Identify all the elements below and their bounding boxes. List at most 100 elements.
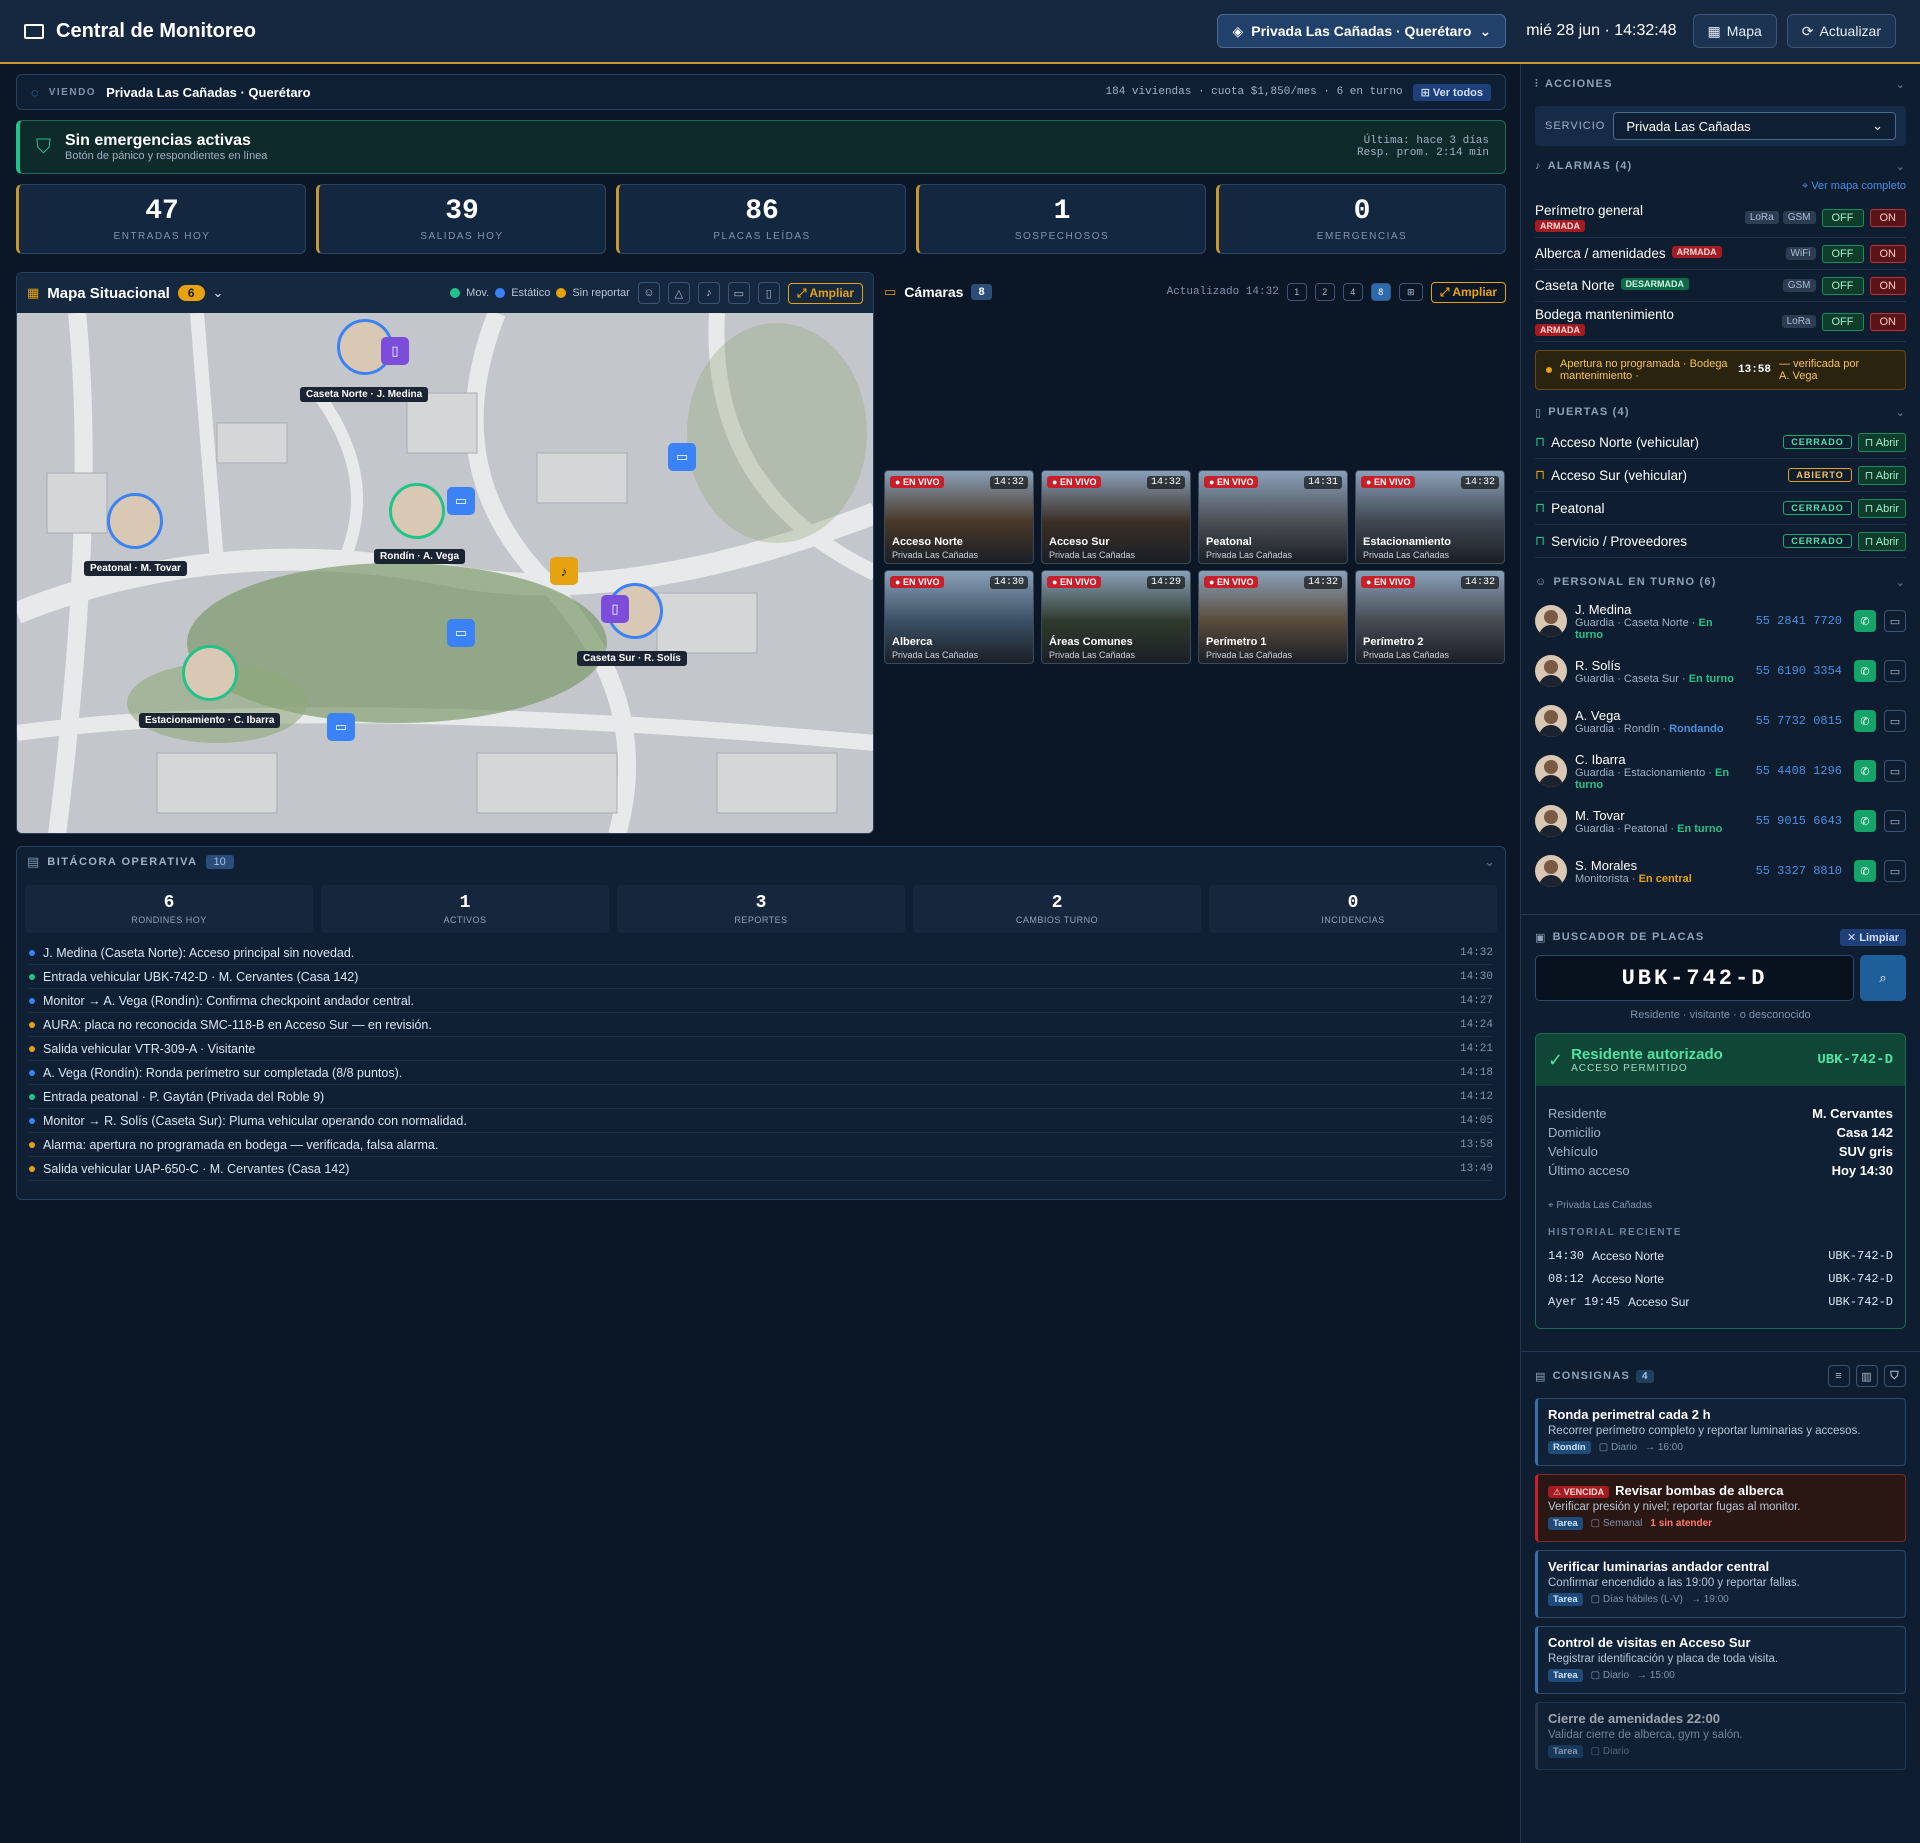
open-door-button[interactable]: ⊓ Abrir bbox=[1857, 498, 1906, 518]
chart-icon[interactable]: ▥ bbox=[1856, 1365, 1878, 1387]
camera-tile[interactable]: ● EN VIVO 14:32 Perímetro 1 Privada Las … bbox=[1198, 570, 1348, 664]
message-icon[interactable]: ▭ bbox=[1884, 660, 1906, 682]
cameras-expand-button[interactable]: ⤢ Ampliar bbox=[1430, 281, 1506, 303]
target-icon: ◌ bbox=[31, 84, 39, 100]
bell-icon: ♪ bbox=[1535, 160, 1542, 172]
list-icon[interactable]: ≡ bbox=[1828, 1365, 1850, 1387]
shield-icon[interactable]: ⛉ bbox=[1884, 1365, 1906, 1387]
message-icon[interactable]: ▭ bbox=[1884, 760, 1906, 782]
camera-tile[interactable]: ● EN VIVO 14:29 Áreas Comunes Privada La… bbox=[1041, 570, 1191, 664]
consigna-card[interactable]: ⚠ VENCIDA Revisar bombas de alberca Verif… bbox=[1535, 1474, 1906, 1542]
plate-search-input[interactable]: UBK-742-D bbox=[1535, 955, 1854, 1001]
guard-marker[interactable] bbox=[389, 483, 445, 539]
map-expand-button[interactable]: ⤢ Ampliar bbox=[787, 282, 863, 304]
alarm-on-button[interactable]: ON bbox=[1869, 276, 1906, 295]
chevron-down-icon[interactable]: ⌄ bbox=[1896, 78, 1906, 91]
network-chip: LoRa bbox=[1744, 211, 1779, 224]
chevron-down-icon[interactable]: ⌄ bbox=[213, 285, 224, 301]
history-row: 14:30 Acceso Norte UBK-742-D bbox=[1548, 1248, 1893, 1263]
ver-todos-button[interactable]: ⊞ Ver todos bbox=[1412, 83, 1491, 101]
stat-card: 39 SALIDAS HOY bbox=[316, 184, 606, 254]
alarm-off-button[interactable]: OFF bbox=[1821, 276, 1864, 295]
layout-8-button[interactable]: 8 bbox=[1370, 283, 1391, 301]
phone-icon[interactable]: ✆ bbox=[1854, 860, 1876, 882]
search-button[interactable]: ⌕ bbox=[1860, 955, 1906, 1001]
camera-tile[interactable]: ● EN VIVO 14:30 Alberca Privada Las Caña… bbox=[884, 570, 1034, 664]
map-icon: ▦ bbox=[1707, 22, 1721, 39]
door-marker-icon[interactable]: ▯ bbox=[601, 595, 629, 623]
unlock-icon: ⊓ bbox=[1864, 502, 1876, 515]
message-icon[interactable]: ▭ bbox=[1884, 810, 1906, 832]
marker-label: Caseta Norte · J. Medina bbox=[300, 387, 429, 402]
alarm-off-button[interactable]: OFF bbox=[1821, 244, 1864, 263]
stat-card: 1 SOSPECHOSOS bbox=[916, 184, 1206, 254]
alarm-off-button[interactable]: OFF bbox=[1821, 312, 1864, 331]
message-icon[interactable]: ▭ bbox=[1884, 610, 1906, 632]
alert-filter-icon[interactable]: △ bbox=[667, 282, 690, 304]
site-selector[interactable]: ◈ Privada Las Cañadas · Querétaro ⌄ bbox=[1217, 14, 1507, 48]
phone-icon[interactable]: ✆ bbox=[1854, 660, 1876, 682]
clear-button[interactable]: ✕ Limpiar bbox=[1839, 928, 1906, 946]
map-canvas[interactable]: ▯ Caseta Norte · J. Medina Peatonal · M.… bbox=[17, 313, 873, 833]
alarm-on-button[interactable]: ON bbox=[1869, 312, 1906, 331]
consigna-card[interactable]: Verificar luminarias andador central Con… bbox=[1535, 1550, 1906, 1618]
person-filter-icon[interactable]: ☺ bbox=[637, 282, 660, 304]
layout-4-button[interactable]: 4 bbox=[1342, 283, 1363, 301]
door-row: ⊓ Acceso Sur (vehicular) ABIERTO ⊓ Abrir bbox=[1535, 459, 1906, 492]
open-door-button[interactable]: ⊓ Abrir bbox=[1857, 432, 1906, 452]
camera-tile[interactable]: ● EN VIVO 14:32 Acceso Norte Privada Las… bbox=[884, 470, 1034, 564]
consigna-card[interactable]: Ronda perimetral cada 2 h Recorrer perím… bbox=[1535, 1398, 1906, 1466]
lock-icon: ⊓ bbox=[1535, 533, 1546, 548]
camera-tile[interactable]: ● EN VIVO 14:32 Acceso Sur Privada Las C… bbox=[1041, 470, 1191, 564]
alarm-on-button[interactable]: ON bbox=[1869, 208, 1906, 227]
camera-marker-icon[interactable]: ▭ bbox=[668, 443, 696, 471]
sliders-icon: ⫶ bbox=[1535, 77, 1539, 90]
consigna-card[interactable]: Cierre de amenidades 22:00 Validar cierr… bbox=[1535, 1702, 1906, 1770]
service-select[interactable]: Privada Las Cañadas ⌄ bbox=[1613, 112, 1896, 140]
guard-marker[interactable] bbox=[182, 645, 238, 701]
message-icon[interactable]: ▭ bbox=[1884, 710, 1906, 732]
log-entry: Entrada vehicular UBK-742-D · M. Cervant… bbox=[29, 965, 1493, 989]
phone-icon[interactable]: ✆ bbox=[1854, 760, 1876, 782]
avatar bbox=[1535, 655, 1567, 687]
open-door-button[interactable]: ⊓ Abrir bbox=[1857, 465, 1906, 485]
open-door-button[interactable]: ⊓ Abrir bbox=[1857, 531, 1906, 551]
map-icon: ▦ bbox=[27, 285, 40, 300]
map-button[interactable]: ▦ Mapa bbox=[1692, 14, 1777, 48]
guard-marker[interactable] bbox=[107, 493, 163, 549]
door-filter-icon[interactable]: ▯ bbox=[757, 282, 780, 304]
alarm-marker-icon[interactable]: ♪ bbox=[550, 557, 578, 585]
stat-card: 47 ENTRADAS HOY bbox=[16, 184, 306, 254]
history-row: 08:12 Acceso Norte UBK-742-D bbox=[1548, 1271, 1893, 1286]
camera-tile[interactable]: ● EN VIVO 14:32 Estacionamiento Privada … bbox=[1355, 470, 1505, 564]
map-full-link[interactable]: ⌖ Ver mapa completo bbox=[1535, 180, 1906, 198]
layout-grid-button[interactable]: ⊞ bbox=[1398, 283, 1423, 301]
bell-filter-icon[interactable]: ♪ bbox=[697, 282, 720, 304]
camera-tile[interactable]: ● EN VIVO 14:32 Perímetro 2 Privada Las … bbox=[1355, 570, 1505, 664]
chevron-down-icon[interactable]: ⌄ bbox=[1896, 406, 1906, 419]
camera-marker-icon[interactable]: ▭ bbox=[447, 619, 475, 647]
network-chip: GSM bbox=[1782, 279, 1816, 292]
overdue-badge: ⚠ VENCIDA bbox=[1548, 1486, 1610, 1498]
refresh-button[interactable]: ⟳ Actualizar bbox=[1786, 14, 1896, 48]
staff-row: R. Solís Guardia · Caseta Sur · En turno… bbox=[1535, 646, 1906, 696]
layout-1-button[interactable]: 1 bbox=[1286, 283, 1307, 301]
alarm-on-button[interactable]: ON bbox=[1869, 244, 1906, 263]
alarm-off-button[interactable]: OFF bbox=[1821, 208, 1864, 227]
consigna-card[interactable]: Control de visitas en Acceso Sur Registr… bbox=[1535, 1626, 1906, 1694]
door-marker-icon[interactable]: ▯ bbox=[381, 337, 409, 365]
camera-tile[interactable]: ● EN VIVO 14:31 Peatonal Privada Las Cañ… bbox=[1198, 470, 1348, 564]
layout-2-button[interactable]: 2 bbox=[1314, 283, 1335, 301]
chevron-down-icon[interactable]: ⌄ bbox=[1896, 576, 1906, 589]
marker-label: Estacionamiento · C. Ibarra bbox=[139, 713, 281, 728]
phone-icon[interactable]: ✆ bbox=[1854, 710, 1876, 732]
camera-marker-icon[interactable]: ▭ bbox=[447, 487, 475, 515]
phone-icon[interactable]: ✆ bbox=[1854, 610, 1876, 632]
camera-filter-icon[interactable]: ▭ bbox=[727, 282, 750, 304]
chevron-down-icon[interactable]: ⌄ bbox=[1484, 854, 1495, 870]
phone-icon[interactable]: ✆ bbox=[1854, 810, 1876, 832]
camera-marker-icon[interactable]: ▭ bbox=[327, 713, 355, 741]
message-icon[interactable]: ▭ bbox=[1884, 860, 1906, 882]
chevron-down-icon[interactable]: ⌄ bbox=[1896, 160, 1906, 173]
grid-icon: ⊞ bbox=[1420, 86, 1433, 99]
